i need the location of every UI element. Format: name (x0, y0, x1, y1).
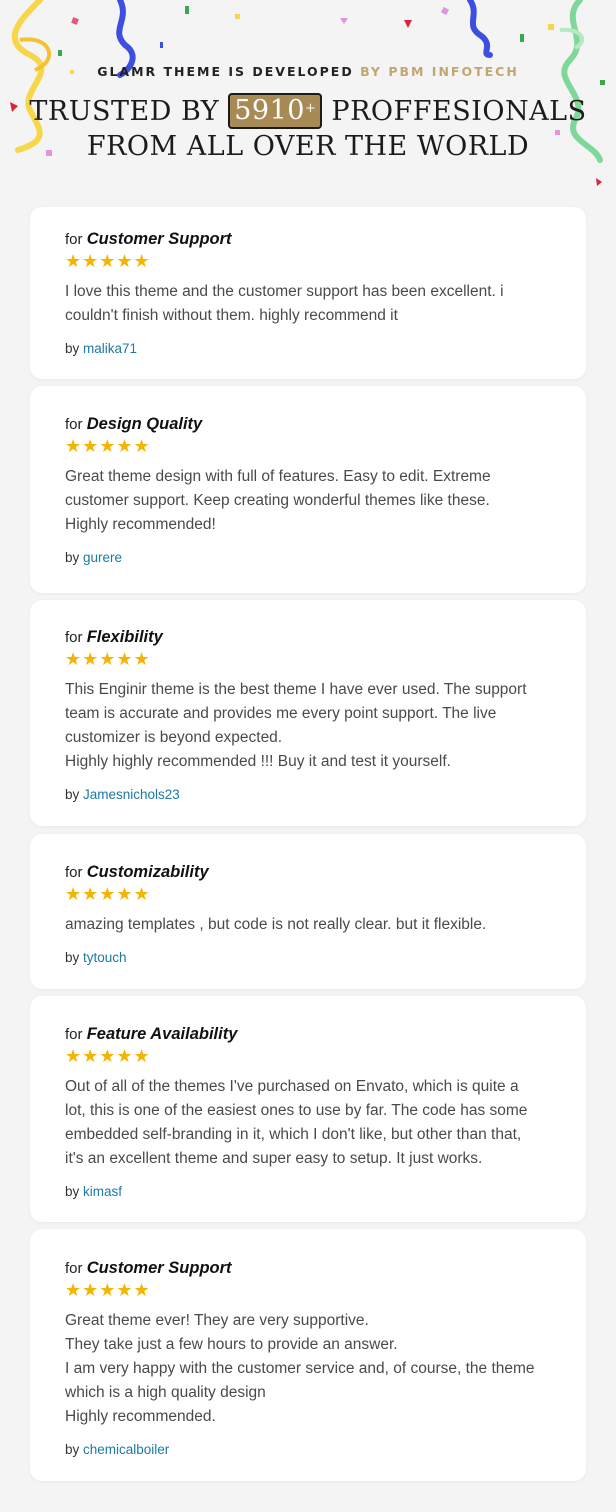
star-rating: ★★★★★ (65, 1045, 556, 1067)
star-rating: ★★★★★ (65, 250, 556, 272)
review-byline: by Jamesnichols23 (65, 787, 556, 802)
review-author: Jamesnichols23 (83, 787, 180, 802)
for-label: for (65, 1260, 87, 1277)
review-text: Great theme design with full of features… (65, 468, 491, 533)
review-category: Customizability (86, 863, 209, 881)
for-label: for (65, 416, 87, 433)
by-label: by (65, 341, 84, 356)
by-label: by (65, 787, 84, 802)
star-icon: ★★★★★ (65, 1280, 151, 1300)
review-category-line: for Customizability (65, 862, 556, 882)
review-author: gurere (83, 550, 123, 565)
review-author: tytouch (83, 950, 127, 965)
header-banner: GLAMR THEME IS DEVELOPED BY PBM INFOTECH… (0, 0, 616, 200)
headline: TRUSTED BY 5910+ PROFFESIONALS FROM ALL … (0, 93, 616, 163)
review-card: for Flexibility ★★★★★ This Enginir theme… (30, 600, 586, 826)
star-rating: ★★★★★ (65, 648, 556, 670)
review-category: Customer Support (86, 1259, 232, 1277)
star-icon: ★★★★★ (65, 884, 151, 904)
by-label: by (65, 1184, 84, 1199)
for-label: for (65, 1026, 87, 1043)
by-label: by (65, 950, 84, 965)
review-category-line: for Customer Support (65, 1258, 556, 1278)
review-byline: by malika71 (65, 341, 556, 356)
star-icon: ★★★★★ (65, 649, 151, 669)
subtitle-developer: BY PBM INFOTECH (360, 64, 519, 79)
star-rating: ★★★★★ (65, 435, 556, 457)
review-text: Great theme ever! They are very supporti… (65, 1312, 535, 1425)
review-card: for Design Quality ★★★★★ Great theme des… (30, 386, 586, 593)
review-category: Feature Availability (86, 1025, 238, 1043)
headline-prefix: TRUSTED BY (29, 96, 229, 127)
for-label: for (65, 629, 87, 646)
review-category-line: for Design Quality (65, 414, 556, 434)
review-author: chemicalboiler (83, 1442, 170, 1457)
review-category: Design Quality (86, 415, 203, 433)
review-byline: by kimasf (65, 1184, 556, 1199)
review-category: Flexibility (86, 628, 163, 646)
review-byline: by tytouch (65, 950, 556, 965)
review-text: amazing templates , but code is not real… (65, 916, 487, 933)
star-rating: ★★★★★ (65, 883, 556, 905)
headline-suffix: PROFFESIONALS (322, 96, 587, 127)
customer-count-suffix: + (304, 101, 317, 116)
star-icon: ★★★★★ (65, 251, 151, 271)
review-card: for Customizability ★★★★★ amazing templa… (30, 834, 586, 989)
review-category-line: for Customer Support (65, 229, 556, 249)
review-author: malika71 (83, 341, 138, 356)
star-icon: ★★★★★ (65, 1046, 151, 1066)
review-text: This Enginir theme is the best theme I h… (65, 681, 527, 770)
by-label: by (65, 1442, 84, 1457)
developer-subtitle: GLAMR THEME IS DEVELOPED BY PBM INFOTECH (0, 64, 616, 79)
review-category: Customer Support (86, 230, 232, 248)
review-text: Out of all of the themes I've purchased … (65, 1078, 528, 1167)
review-author: kimasf (83, 1184, 123, 1199)
review-byline: by gurere (65, 550, 556, 565)
star-rating: ★★★★★ (65, 1279, 556, 1301)
review-text: I love this theme and the customer suppo… (65, 283, 504, 324)
review-card: for Customer Support ★★★★★ I love this t… (30, 207, 586, 379)
review-byline: by chemicalboiler (65, 1442, 556, 1457)
headline-line-1: TRUSTED BY 5910+ PROFFESIONALS (0, 93, 616, 130)
review-card: for Customer Support ★★★★★ Great theme e… (30, 1229, 586, 1481)
for-label: for (65, 864, 87, 881)
headline-line-2: FROM ALL OVER THE WORLD (86, 131, 530, 162)
review-category-line: for Flexibility (65, 627, 556, 647)
review-category-line: for Feature Availability (65, 1024, 556, 1044)
by-label: by (65, 550, 84, 565)
subtitle-text: GLAMR THEME IS DEVELOPED (97, 64, 361, 79)
customer-count-badge: 5910+ (228, 93, 323, 129)
for-label: for (65, 231, 87, 248)
review-card: for Feature Availability ★★★★★ Out of al… (30, 996, 586, 1222)
customer-count: 5910 (234, 95, 305, 126)
star-icon: ★★★★★ (65, 436, 151, 456)
